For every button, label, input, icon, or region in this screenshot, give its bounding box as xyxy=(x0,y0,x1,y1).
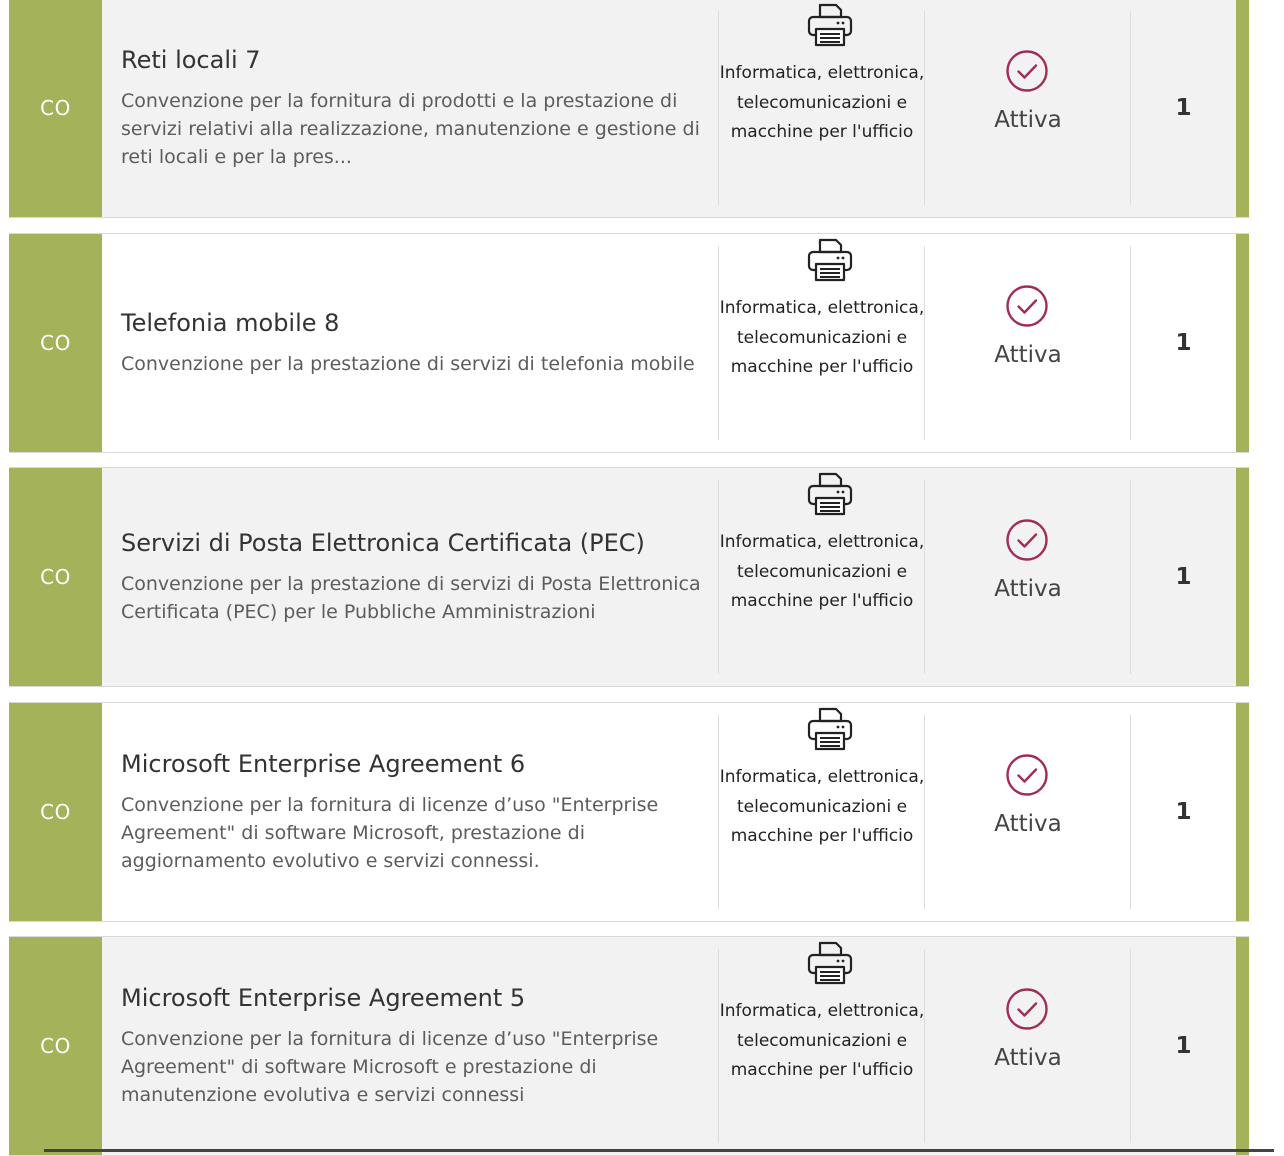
status-cell: Attiva xyxy=(925,0,1131,217)
printer-icon xyxy=(807,3,853,47)
printer-icon xyxy=(807,941,853,985)
status-label: Attiva xyxy=(994,576,1062,602)
list-item[interactable]: CO Microsoft Enterprise Agreement 6 Conv… xyxy=(9,702,1249,922)
list-item[interactable]: CO Telefonia mobile 8 Convenzione per la… xyxy=(9,233,1249,453)
status-cell: Attiva xyxy=(925,468,1131,686)
row-accent xyxy=(1236,234,1249,452)
category-cell: Informatica, elettronica, telecomunicazi… xyxy=(719,937,925,1155)
status-cell: Attiva xyxy=(925,234,1131,452)
item-count: 1 xyxy=(1175,330,1192,356)
type-badge: CO xyxy=(9,703,102,921)
status-cell: Attiva xyxy=(925,703,1131,921)
item-title[interactable]: Reti locali 7 xyxy=(121,45,706,75)
printer-icon xyxy=(807,707,853,751)
item-title[interactable]: Servizi di Posta Elettronica Certificata… xyxy=(121,528,706,558)
category-cell: Informatica, elettronica, telecomunicazi… xyxy=(719,234,925,452)
row-accent xyxy=(1236,0,1249,217)
check-circle-icon xyxy=(1006,754,1048,796)
item-description: Convenzione per la prestazione di serviz… xyxy=(121,573,701,623)
status-label: Attiva xyxy=(994,342,1062,368)
status-label: Attiva xyxy=(994,1045,1062,1071)
category-label: Informatica, elettronica, telecomunicazi… xyxy=(719,767,925,846)
type-badge: CO xyxy=(9,0,102,217)
list-item[interactable]: CO Servizi di Posta Elettronica Certific… xyxy=(9,467,1249,687)
check-circle-icon xyxy=(1006,988,1048,1030)
item-count: 1 xyxy=(1175,799,1192,825)
status-cell: Attiva xyxy=(925,937,1131,1155)
item-title[interactable]: Microsoft Enterprise Agreement 6 xyxy=(121,749,706,779)
list-item[interactable]: CO Microsoft Enterprise Agreement 5 Conv… xyxy=(9,936,1249,1156)
bottom-divider xyxy=(44,1149,1274,1152)
check-circle-icon xyxy=(1006,50,1048,92)
item-count: 1 xyxy=(1175,564,1192,590)
category-label: Informatica, elettronica, telecomunicazi… xyxy=(719,63,925,142)
item-title[interactable]: Telefonia mobile 8 xyxy=(121,308,706,338)
item-description: Convenzione per la fornitura di licenze … xyxy=(121,1028,659,1106)
type-badge: CO xyxy=(9,234,102,452)
row-accent xyxy=(1236,468,1249,686)
item-description: Convenzione per la prestazione di serviz… xyxy=(121,353,695,375)
type-badge: CO xyxy=(9,468,102,686)
item-description: Convenzione per la fornitura di prodotti… xyxy=(121,90,700,168)
row-accent xyxy=(1236,703,1249,921)
category-label: Informatica, elettronica, telecomunicazi… xyxy=(719,1001,925,1080)
status-label: Attiva xyxy=(994,811,1062,837)
list-item[interactable]: CO Reti locali 7 Convenzione per la forn… xyxy=(9,0,1249,218)
item-count: 1 xyxy=(1175,1033,1192,1059)
category-label: Informatica, elettronica, telecomunicazi… xyxy=(719,532,925,611)
printer-icon xyxy=(807,238,853,282)
item-title[interactable]: Microsoft Enterprise Agreement 5 xyxy=(121,983,706,1013)
check-circle-icon xyxy=(1006,519,1048,561)
status-label: Attiva xyxy=(994,107,1062,133)
category-cell: Informatica, elettronica, telecomunicazi… xyxy=(719,0,925,217)
category-label: Informatica, elettronica, telecomunicazi… xyxy=(719,298,925,377)
item-description: Convenzione per la fornitura di licenze … xyxy=(121,794,659,872)
type-badge: CO xyxy=(9,937,102,1155)
row-accent xyxy=(1236,937,1249,1155)
printer-icon xyxy=(807,472,853,516)
category-cell: Informatica, elettronica, telecomunicazi… xyxy=(719,468,925,686)
category-cell: Informatica, elettronica, telecomunicazi… xyxy=(719,703,925,921)
item-count: 1 xyxy=(1175,95,1192,121)
check-circle-icon xyxy=(1006,285,1048,327)
